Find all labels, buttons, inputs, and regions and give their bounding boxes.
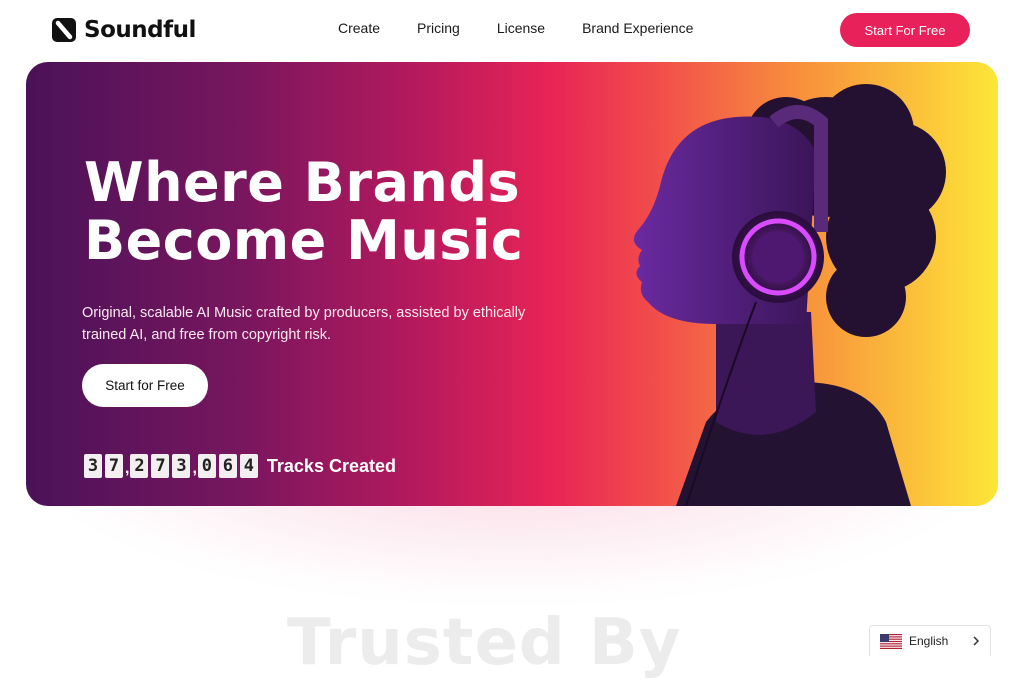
counter-digit: 7 <box>105 454 123 478</box>
start-for-free-header-button[interactable]: Start For Free <box>840 13 970 47</box>
language-label: English <box>909 634 949 648</box>
chevron-right-icon <box>973 636 980 646</box>
site-header: Soundful Create Pricing License Brand Ex… <box>0 0 1024 60</box>
counter-label: Tracks Created <box>266 456 396 476</box>
tracks-counter: 3 7 , 2 7 3 , 0 6 4 Tracks Created <box>84 454 396 478</box>
counter-separator: , <box>192 460 197 477</box>
nav-pricing[interactable]: Pricing <box>417 20 460 36</box>
hero-title: Where Brands Become Music <box>84 154 523 270</box>
counter-digit: 0 <box>197 454 216 478</box>
headphones-portrait-image <box>633 84 946 506</box>
trusted-by-heading: Trusted By <box>287 606 682 680</box>
hero-title-line-1: Where Brands <box>84 151 521 214</box>
counter-separator: , <box>125 460 130 477</box>
counter-digit: 2 <box>130 454 149 478</box>
counter-digit: 3 <box>84 454 102 478</box>
counter-digit: 4 <box>239 454 258 478</box>
counter-digit: 7 <box>151 454 170 478</box>
soundful-s-icon <box>52 18 76 42</box>
language-selector[interactable]: English <box>869 625 991 656</box>
nav-brand-experience[interactable]: Brand Experience <box>582 20 693 36</box>
nav-create[interactable]: Create <box>338 20 380 36</box>
counter-digit: 3 <box>172 454 191 478</box>
hero-banner: Where Brands Become Music Original, scal… <box>26 62 998 506</box>
brand-logo[interactable]: Soundful <box>52 16 196 44</box>
counter-digit: 6 <box>218 454 237 478</box>
brand-name: Soundful <box>84 17 196 43</box>
hero-title-line-2: Become Music <box>84 209 524 272</box>
us-flag-icon <box>880 633 902 649</box>
start-for-free-hero-button[interactable]: Start for Free <box>82 364 208 407</box>
main-nav: Create Pricing License Brand Experience <box>338 20 693 36</box>
nav-license[interactable]: License <box>497 20 545 36</box>
hero-subtitle: Original, scalable AI Music crafted by p… <box>82 305 526 343</box>
